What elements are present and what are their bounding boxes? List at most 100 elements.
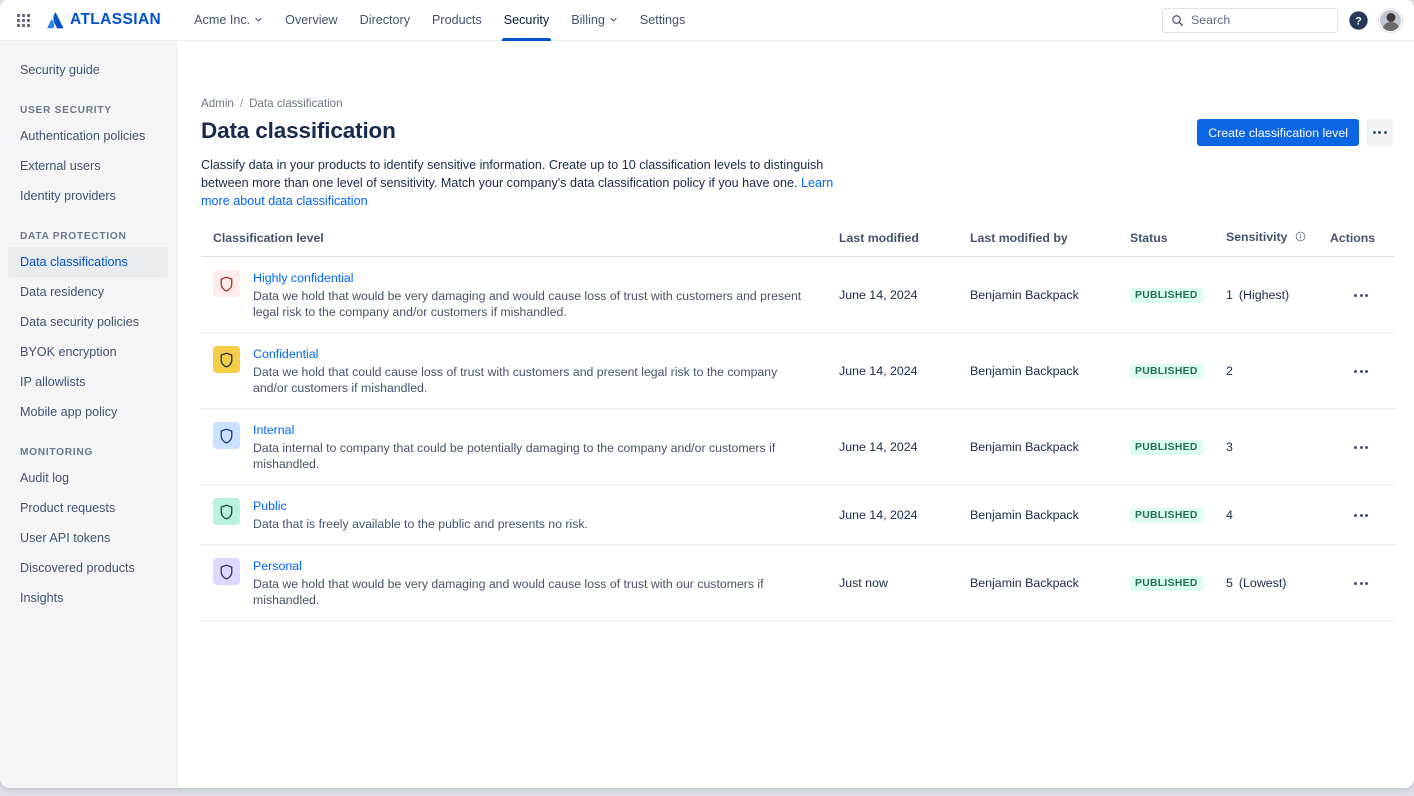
sidebar-item-byok-encryption[interactable]: BYOK encryption [8, 337, 168, 367]
classification-level-description: Data we hold that could cause loss of tr… [253, 364, 815, 396]
sidebar-item-data-classifications[interactable]: Data classifications [8, 247, 168, 277]
sidebar-heading-data-protection: DATA PROTECTION [8, 231, 168, 242]
cell-sensitivity: 3 [1226, 409, 1330, 485]
nav-right-cluster: Search ? [1162, 8, 1402, 33]
search-icon [1171, 14, 1184, 27]
more-dot [1360, 370, 1363, 373]
cell-last-modified: June 14, 2024 [839, 257, 970, 333]
cell-level: Confidential Data we hold that could cau… [201, 333, 839, 409]
classification-level-description: Data we hold that would be very damaging… [253, 288, 815, 320]
cell-actions [1330, 257, 1395, 333]
breadcrumb-admin[interactable]: Admin [201, 97, 234, 110]
nav-org-switcher[interactable]: Acme Inc. [183, 0, 274, 41]
sidebar-item-label: Audit log [20, 471, 69, 485]
sidebar-item-ip-allowlists[interactable]: IP allowlists [8, 367, 168, 397]
nav-item-directory[interactable]: Directory [349, 0, 421, 41]
shield-icon [213, 346, 240, 373]
shield-icon [213, 270, 240, 297]
page-header-actions: Create classification level [1197, 119, 1393, 146]
chevron-down-icon [609, 13, 618, 27]
sidebar-item-label: User API tokens [20, 531, 110, 545]
sidebar-item-label: BYOK encryption [20, 345, 117, 359]
sidebar-item-mobile-app-policy[interactable]: Mobile app policy [8, 397, 168, 427]
sidebar-item-data-security-policies[interactable]: Data security policies [8, 307, 168, 337]
more-dot [1378, 131, 1381, 134]
classification-level-description: Data internal to company that could be p… [253, 440, 815, 472]
classification-level-link[interactable]: Highly confidential [253, 271, 354, 285]
nav-item-label: Settings [640, 13, 686, 27]
more-dot [1365, 582, 1368, 585]
page-more-actions-button[interactable] [1366, 119, 1393, 146]
row-more-actions-button[interactable] [1349, 508, 1373, 523]
avatar-body [1382, 22, 1399, 32]
classification-level-link[interactable]: Public [253, 499, 287, 513]
sidebar-item-label: Authentication policies [20, 129, 145, 143]
sidebar-item-product-requests[interactable]: Product requests [8, 493, 168, 523]
nav-item-overview[interactable]: Overview [274, 0, 348, 41]
cell-level: Internal Data internal to company that c… [201, 409, 839, 485]
search-input[interactable]: Search [1162, 8, 1338, 33]
sidebar-item-external-users[interactable]: External users [8, 151, 168, 181]
more-dot [1360, 446, 1363, 449]
table-body: Highly confidential Data we hold that wo… [201, 257, 1395, 621]
sidebar-item-discovered-products[interactable]: Discovered products [8, 553, 168, 583]
more-dot [1354, 514, 1357, 517]
nav-item-settings[interactable]: Settings [629, 0, 697, 41]
table-row: Highly confidential Data we hold that wo… [201, 257, 1395, 333]
nav-items: Acme Inc. Overview Directory Products Se… [183, 0, 696, 41]
atlassian-logo-icon [46, 12, 65, 29]
more-dot [1354, 582, 1357, 585]
create-classification-level-button[interactable]: Create classification level [1197, 119, 1359, 146]
more-dot [1365, 514, 1368, 517]
nav-item-label: Overview [285, 13, 337, 27]
more-dot [1360, 582, 1363, 585]
more-dot [1365, 370, 1368, 373]
nav-item-billing[interactable]: Billing [560, 0, 629, 41]
sidebar-item-user-api-tokens[interactable]: User API tokens [8, 523, 168, 553]
atlassian-home-link[interactable]: ATLASSIAN [46, 12, 161, 29]
sidebar-item-label: Data security policies [20, 315, 139, 329]
avatar[interactable] [1379, 9, 1402, 32]
sidebar-item-authentication-policies[interactable]: Authentication policies [8, 121, 168, 151]
column-header-status: Status [1130, 230, 1226, 257]
sidebar-item-data-residency[interactable]: Data residency [8, 277, 168, 307]
page-body: Security guide USER SECURITY Authenticat… [0, 41, 1414, 788]
sidebar-item-insights[interactable]: Insights [8, 583, 168, 613]
cell-sensitivity: 5(Lowest) [1226, 545, 1330, 621]
classification-level-link[interactable]: Internal [253, 423, 294, 437]
sidebar: Security guide USER SECURITY Authenticat… [0, 41, 177, 788]
cell-status: PUBLISHED [1130, 545, 1226, 621]
cell-last-modified: June 14, 2024 [839, 333, 970, 409]
sidebar-item-security-guide[interactable]: Security guide [8, 55, 168, 85]
cell-level: Public Data that is freely available to … [201, 485, 839, 545]
sidebar-item-label: Data classifications [20, 255, 128, 269]
app-switcher-button[interactable] [10, 7, 36, 33]
nav-item-label: Billing [571, 13, 605, 27]
global-navigation: ATLASSIAN Acme Inc. Overview Directory P… [0, 0, 1414, 41]
classification-level-link[interactable]: Personal [253, 559, 302, 573]
cell-status: PUBLISHED [1130, 409, 1226, 485]
more-dot [1384, 131, 1387, 134]
row-more-actions-button[interactable] [1349, 288, 1373, 303]
table-header: Classification level Last modified Last … [201, 230, 1395, 257]
page-description: Classify data in your products to identi… [201, 156, 856, 210]
nav-item-label: Security [504, 13, 550, 27]
avatar-head [1386, 13, 1395, 22]
row-more-actions-button[interactable] [1349, 364, 1373, 379]
breadcrumb: Admin / Data classification [201, 97, 1398, 110]
sidebar-item-label: Discovered products [20, 561, 135, 575]
help-circle-icon[interactable]: ? [1348, 10, 1369, 31]
sidebar-item-label: IP allowlists [20, 375, 86, 389]
sidebar-item-audit-log[interactable]: Audit log [8, 463, 168, 493]
table-header-row: Classification level Last modified Last … [201, 230, 1395, 257]
nav-item-security[interactable]: Security [493, 0, 561, 41]
classification-level-link[interactable]: Confidential [253, 347, 318, 361]
shield-icon [213, 422, 240, 449]
cell-sensitivity: 2 [1226, 333, 1330, 409]
nav-item-products[interactable]: Products [421, 0, 493, 41]
row-more-actions-button[interactable] [1349, 576, 1373, 591]
table-row: Confidential Data we hold that could cau… [201, 333, 1395, 409]
info-circle-icon[interactable] [1295, 231, 1306, 245]
sidebar-item-identity-providers[interactable]: Identity providers [8, 181, 168, 211]
row-more-actions-button[interactable] [1349, 440, 1373, 455]
